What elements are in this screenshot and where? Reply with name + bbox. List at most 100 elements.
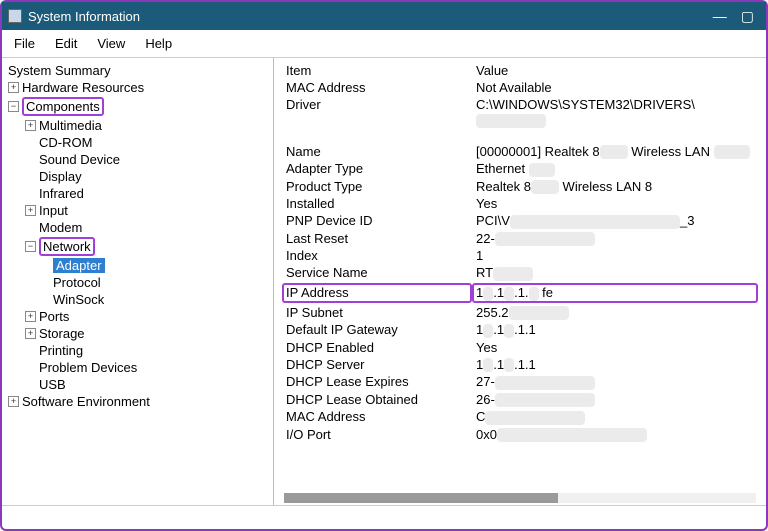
item-label: Installed	[286, 196, 476, 211]
item-value: 1.1.1.1	[476, 357, 758, 373]
menu-help[interactable]: Help	[137, 34, 180, 53]
tree-label: Problem Devices	[39, 360, 137, 375]
horizontal-scrollbar[interactable]	[284, 493, 756, 503]
tree-label-highlighted: Network	[39, 237, 95, 256]
tree-label: Infrared	[39, 186, 84, 201]
item-value: 1	[476, 248, 758, 263]
details-pane[interactable]: Item Value MAC Address Not Available Dri…	[274, 58, 766, 505]
item-value: 0x0	[476, 427, 758, 443]
row-mac2[interactable]: MAC Address C	[286, 408, 758, 426]
tree-display[interactable]: Display	[8, 168, 269, 185]
tree-sound[interactable]: Sound Device	[8, 151, 269, 168]
tree-input[interactable]: + Input	[8, 202, 269, 219]
tree-label: WinSock	[53, 292, 104, 307]
menubar: File Edit View Help	[2, 30, 766, 58]
row-name[interactable]: Name [00000001] Realtek 8 Wireless LAN	[286, 143, 758, 161]
item-label-highlighted: IP Address	[282, 283, 472, 303]
row-mac[interactable]: MAC Address Not Available	[286, 79, 758, 96]
item-label: Last Reset	[286, 231, 476, 247]
row-lease-expires[interactable]: DHCP Lease Expires 27-	[286, 373, 758, 391]
tree-label: Hardware Resources	[22, 80, 144, 95]
item-label: PNP Device ID	[286, 213, 476, 229]
item-label: Service Name	[286, 265, 476, 281]
row-driver[interactable]: Driver C:\WINDOWS\SYSTEM32\DRIVERS\	[286, 96, 758, 129]
item-label: Adapter Type	[286, 161, 476, 177]
minimize-button[interactable]: —	[713, 9, 727, 23]
tree-ports[interactable]: + Ports	[8, 308, 269, 325]
menu-file[interactable]: File	[6, 34, 43, 53]
tree-label: System Summary	[8, 63, 111, 78]
tree-storage[interactable]: + Storage	[8, 325, 269, 342]
item-label: MAC Address	[286, 80, 476, 95]
tree-label-selected: Adapter	[53, 258, 105, 273]
item-value: Yes	[476, 196, 758, 211]
content-area: System Summary + Hardware Resources − Co…	[2, 58, 766, 505]
expand-icon[interactable]: +	[8, 82, 19, 93]
tree-system-summary[interactable]: System Summary	[8, 62, 269, 79]
row-ip-address[interactable]: IP Address 1.1.1. fe	[286, 282, 758, 304]
item-label: I/O Port	[286, 427, 476, 443]
row-installed[interactable]: Installed Yes	[286, 195, 758, 212]
row-pnp[interactable]: PNP Device ID PCI\V_3	[286, 212, 758, 230]
tree-infrared[interactable]: Infrared	[8, 185, 269, 202]
titlebar: System Information — ▢	[2, 2, 766, 30]
tree-network[interactable]: − Network	[8, 236, 269, 257]
row-ip-subnet[interactable]: IP Subnet 255.2	[286, 304, 758, 322]
row-dhcp-enabled[interactable]: DHCP Enabled Yes	[286, 339, 758, 356]
tree-label: Modem	[39, 220, 82, 235]
row-adapter-type[interactable]: Adapter Type Ethernet	[286, 160, 758, 178]
item-value: 255.2	[476, 305, 758, 321]
scrollbar-thumb[interactable]	[284, 493, 558, 503]
tree-problem[interactable]: Problem Devices	[8, 359, 269, 376]
item-value: 26-	[476, 392, 758, 408]
expand-icon[interactable]: +	[25, 328, 36, 339]
tree-components[interactable]: − Components	[8, 96, 269, 117]
tree-label: Printing	[39, 343, 83, 358]
expand-icon[interactable]: +	[25, 120, 36, 131]
item-value: Not Available	[476, 80, 758, 95]
row-service-name[interactable]: Service Name RT	[286, 264, 758, 282]
tree-usb[interactable]: USB	[8, 376, 269, 393]
collapse-icon[interactable]: −	[25, 241, 36, 252]
tree-protocol[interactable]: Protocol	[8, 274, 269, 291]
item-label: Product Type	[286, 179, 476, 195]
row-product-type[interactable]: Product Type Realtek 8 Wireless LAN 8	[286, 178, 758, 196]
expand-icon[interactable]: +	[25, 311, 36, 322]
tree-cdrom[interactable]: CD-ROM	[8, 134, 269, 151]
tree-label: Multimedia	[39, 118, 102, 133]
item-value: C:\WINDOWS\SYSTEM32\DRIVERS\	[476, 97, 758, 128]
item-value: [00000001] Realtek 8 Wireless LAN	[476, 144, 758, 160]
tree-label-highlighted: Components	[22, 97, 104, 116]
item-value: RT	[476, 265, 758, 281]
row-io-port[interactable]: I/O Port 0x0	[286, 426, 758, 444]
header-value: Value	[476, 63, 758, 78]
item-label: DHCP Lease Expires	[286, 374, 476, 390]
tree-label: Display	[39, 169, 82, 184]
tree-software-env[interactable]: + Software Environment	[8, 393, 269, 410]
tree-pane[interactable]: System Summary + Hardware Resources − Co…	[2, 58, 274, 505]
tree-hardware-resources[interactable]: + Hardware Resources	[8, 79, 269, 96]
row-lease-obtained[interactable]: DHCP Lease Obtained 26-	[286, 391, 758, 409]
row-dhcp-server[interactable]: DHCP Server 1.1.1.1	[286, 356, 758, 374]
tree-printing[interactable]: Printing	[8, 342, 269, 359]
collapse-icon[interactable]: −	[8, 101, 19, 112]
tree-winsock[interactable]: WinSock	[8, 291, 269, 308]
header-item: Item	[286, 63, 476, 78]
expand-icon[interactable]: +	[25, 205, 36, 216]
menu-view[interactable]: View	[89, 34, 133, 53]
tree-modem[interactable]: Modem	[8, 219, 269, 236]
row-index[interactable]: Index 1	[286, 247, 758, 264]
window-title: System Information	[28, 9, 140, 24]
maximize-button[interactable]: ▢	[741, 9, 754, 23]
menu-edit[interactable]: Edit	[47, 34, 85, 53]
tree-label: Storage	[39, 326, 85, 341]
item-label: DHCP Server	[286, 357, 476, 373]
row-gateway[interactable]: Default IP Gateway 1.1.1.1	[286, 321, 758, 339]
tree-adapter[interactable]: Adapter	[8, 257, 269, 274]
expand-icon[interactable]: +	[8, 396, 19, 407]
tree-label: CD-ROM	[39, 135, 92, 150]
row-last-reset[interactable]: Last Reset 22-	[286, 230, 758, 248]
item-value: Ethernet	[476, 161, 758, 177]
tree-label: Input	[39, 203, 68, 218]
tree-multimedia[interactable]: + Multimedia	[8, 117, 269, 134]
